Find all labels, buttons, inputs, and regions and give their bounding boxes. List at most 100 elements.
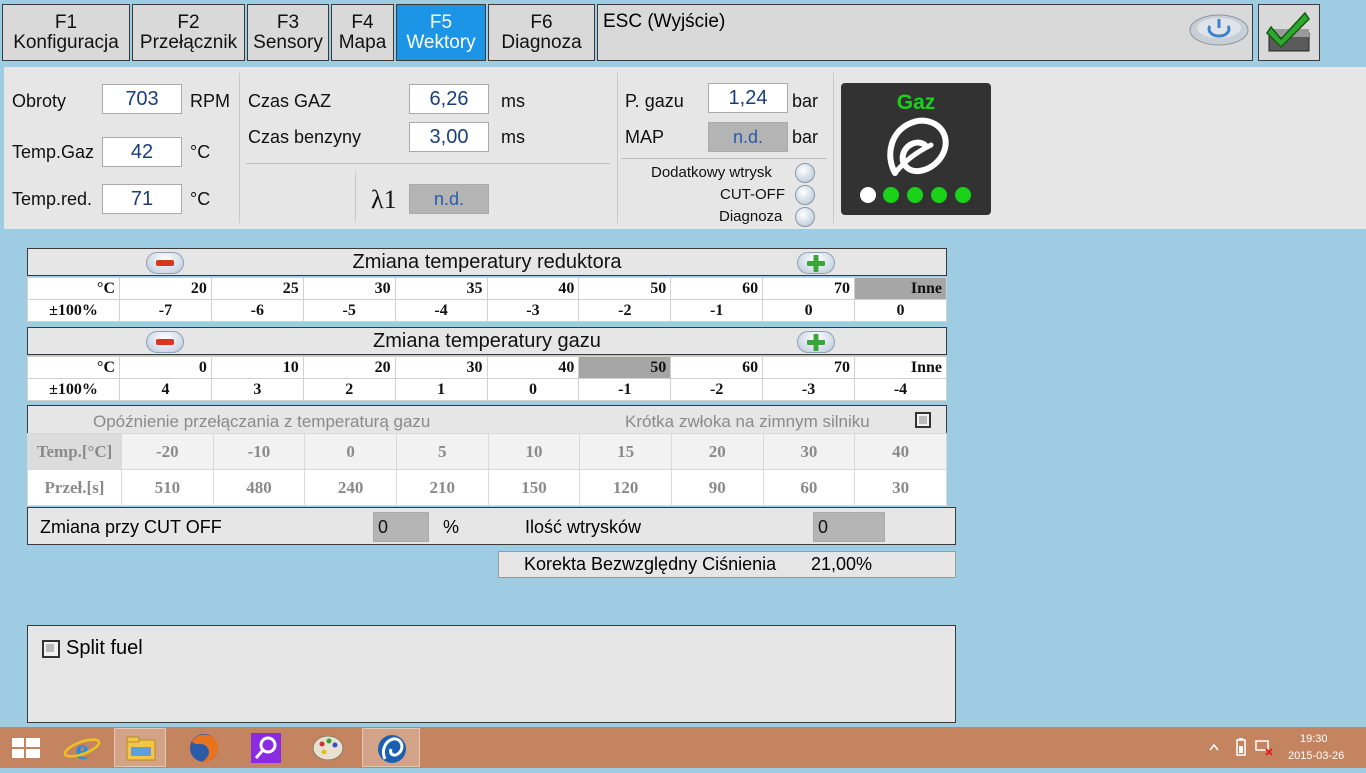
chevron-up-icon[interactable] (1208, 741, 1220, 753)
table-cell[interactable]: 2 (302, 378, 396, 401)
table-cell[interactable]: 0 (762, 299, 855, 322)
pressure-correction-label: Korekta Bezwzględny Ciśnienia (524, 554, 777, 574)
p-gazu-unit: bar (792, 91, 819, 111)
checkmark-icon (1266, 11, 1310, 52)
table-cell[interactable]: 40 (486, 356, 580, 379)
tab-konfiguracja[interactable]: F1 Konfiguracja (2, 4, 130, 61)
clock-time[interactable]: 19:30 (1300, 733, 1328, 745)
power-icon[interactable] (1189, 14, 1249, 46)
table-cell[interactable]: 4 (119, 378, 212, 401)
minus-icon (156, 339, 174, 345)
table-cell[interactable]: 3 (210, 378, 304, 401)
table-cell[interactable]: -7 (119, 299, 212, 322)
taskbar-ie[interactable]: e (56, 728, 108, 767)
reducer-table-header: Zmiana temperatury reduktora (27, 248, 947, 276)
table-cell[interactable]: 0 (854, 299, 947, 322)
tab-key: F3 (276, 12, 300, 33)
table-cell[interactable]: -5 (302, 299, 396, 322)
cut-off-indicator (795, 185, 815, 205)
split-fuel-checkbox[interactable] (42, 640, 60, 658)
table-cell[interactable]: 60 (670, 277, 764, 300)
table-cell[interactable]: 70 (762, 356, 855, 379)
table-cell[interactable]: 20 (119, 277, 212, 300)
separator (239, 73, 240, 223)
table-cell: 30 (762, 433, 856, 470)
table-cell[interactable]: -6 (210, 299, 304, 322)
table-cell[interactable]: 60 (670, 356, 764, 379)
table-cell[interactable]: 70 (762, 277, 855, 300)
temp-gaz-label: Temp.Gaz (12, 142, 95, 162)
tab-mapa[interactable]: F4 Mapa (331, 4, 394, 61)
confirm-button[interactable] (1258, 4, 1320, 61)
reducer-plus-button[interactable] (797, 252, 835, 274)
p-gazu-value: 1,24 (708, 83, 788, 113)
table-cell[interactable]: 40 (486, 277, 580, 300)
table-cell[interactable]: 25 (210, 277, 304, 300)
table-cell[interactable]: -2 (670, 378, 764, 401)
table-cell[interactable]: 50 (578, 277, 672, 300)
table-cell[interactable]: 30 (302, 277, 396, 300)
table-cell: 60 (762, 469, 856, 506)
separator (246, 163, 610, 164)
table-cell[interactable]: 0 (486, 378, 580, 401)
taskbar-lpg-app[interactable] (362, 728, 420, 767)
table-cell[interactable]: -4 (394, 299, 488, 322)
taskbar-paint[interactable] (302, 728, 354, 767)
fuel-dot (907, 187, 923, 203)
table-cell[interactable]: -2 (578, 299, 672, 322)
gas-minus-button[interactable] (146, 331, 184, 353)
table-cell[interactable]: 35 (394, 277, 488, 300)
table-cell[interactable]: 30 (394, 356, 488, 379)
table-cell[interactable]: 50 (578, 356, 672, 379)
fuel-status-panel: Gaz (841, 83, 991, 215)
map-value: n.d. (708, 122, 788, 152)
row-label: Przeł.[s] (27, 469, 122, 506)
battery-icon[interactable] (1234, 737, 1248, 757)
start-button[interactable] (0, 728, 52, 767)
tab-wektory[interactable]: F5 Wektory (396, 4, 486, 61)
taskbar-firefox[interactable] (178, 728, 230, 767)
injections-input[interactable]: 0 (813, 512, 885, 542)
gas-plus-button[interactable] (797, 331, 835, 353)
table-cell[interactable]: -3 (486, 299, 580, 322)
table-cell: 210 (395, 469, 489, 506)
esc-exit-button[interactable]: ESC (Wyjście) (597, 4, 1253, 61)
short-delay-checkbox[interactable] (915, 412, 931, 428)
table-cell[interactable]: Inne (854, 356, 947, 379)
table-cell: 150 (487, 469, 581, 506)
table-cell[interactable]: -1 (578, 378, 672, 401)
network-icon[interactable] (1254, 737, 1274, 757)
table-cell[interactable]: 10 (210, 356, 304, 379)
table-cell: 240 (304, 469, 397, 506)
table-cell: 510 (121, 469, 214, 506)
table-cell[interactable]: -4 (854, 378, 947, 401)
temp-gaz-value: 42 (102, 137, 182, 167)
clock-date[interactable]: 2015-03-26 (1288, 750, 1344, 762)
tab-przelacznik[interactable]: F2 Przełącznik (132, 4, 245, 61)
table-cell[interactable]: 1 (394, 378, 488, 401)
tab-sensory[interactable]: F3 Sensory (247, 4, 329, 61)
delay-title: Opóźnienie przełączania z temperaturą ga… (93, 412, 431, 431)
separator (355, 172, 356, 222)
internet-explorer-icon: e (63, 733, 101, 766)
table-cell: 15 (579, 433, 672, 470)
row-label: °C (27, 356, 120, 379)
tab-diagnoza[interactable]: F6 Diagnoza (488, 4, 595, 61)
table-cell[interactable]: -1 (670, 299, 764, 322)
row-label: Temp.[°C] (27, 433, 122, 470)
fuel-dot (931, 187, 947, 203)
taskbar-explorer[interactable] (114, 728, 166, 767)
taskbar-search-app[interactable] (240, 728, 292, 767)
windows-icon (12, 738, 40, 758)
cutoff-input[interactable]: 0 (373, 512, 429, 542)
temp-gaz-unit: °C (190, 142, 211, 162)
tab-label: Diagnoza (501, 32, 582, 53)
obroty-unit: RPM (190, 91, 230, 111)
table-cell: 30 (854, 469, 947, 506)
reducer-minus-button[interactable] (146, 252, 184, 274)
table-cell[interactable]: -3 (762, 378, 855, 401)
table-cell[interactable]: Inne (854, 277, 947, 300)
table-cell[interactable]: 20 (302, 356, 396, 379)
tab-label: Mapa (338, 32, 387, 53)
table-cell[interactable]: 0 (119, 356, 212, 379)
